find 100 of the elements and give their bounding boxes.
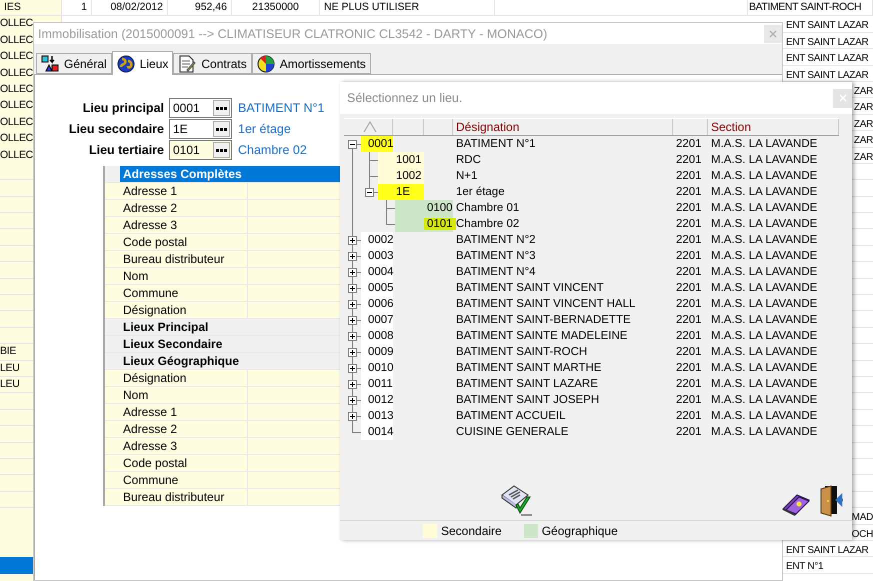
table-cell: ENT SAINT LAZAR [786, 544, 868, 556]
table-cell-text: 2201 [675, 345, 703, 360]
table-cell: MAD [852, 512, 873, 524]
tree-item-code[interactable]: 0101 [395, 216, 453, 232]
table-cell-text: 2201 [675, 137, 703, 152]
table-cell-text: M.A.S. LA LAVANDE [710, 185, 818, 200]
property-label: Adresse 3 [120, 438, 248, 454]
table-cell-text: M.A.S. LA LAVANDE [710, 233, 818, 248]
property-label: Désignation [120, 302, 248, 318]
table-cell-text: M.A.S. LA LAVANDE [710, 217, 818, 232]
table-cell-text: 1er étage [455, 185, 506, 200]
property-label: Code postal [120, 455, 248, 471]
tree-item-code[interactable]: 0013 [361, 408, 393, 424]
table-cell-text: 2201 [675, 313, 703, 328]
table-cell-text: 2201 [675, 409, 703, 424]
tree-item-code[interactable]: 1002 [378, 168, 424, 184]
tree-item-code[interactable]: 0010 [361, 360, 393, 376]
tree-item-code[interactable]: 0012 [361, 392, 393, 408]
tree-item-code[interactable]: 0100 [395, 200, 453, 216]
property-label: Adresse 1 [120, 183, 248, 199]
tree-item-code[interactable]: 0003 [361, 248, 393, 264]
table-cell-text: M.A.S. LA LAVANDE [710, 425, 818, 440]
table-cell-text: 2201 [675, 249, 703, 264]
table-cell-text: 2201 [675, 297, 703, 312]
table-cell-text: M.A.S. LA LAVANDE [710, 265, 818, 280]
property-label: Adresse 1 [120, 404, 248, 420]
tab[interactable]: Général [36, 53, 112, 74]
table-cell-text: CUISINE GENERALE [455, 425, 570, 440]
tree-item-code[interactable]: 0001 [361, 136, 393, 152]
table-cell-text: BATIMENT ACCUEIL [455, 409, 566, 424]
table-cell-text: M.A.S. LA LAVANDE [710, 169, 818, 184]
tree-item-code[interactable]: 0008 [361, 328, 393, 344]
tree-item-code[interactable]: 0011 [361, 376, 393, 392]
table-cell-text: M.A.S. LA LAVANDE [710, 393, 818, 408]
table-cell: ENT SAINT LAZAR [786, 53, 868, 64]
group-header[interactable]: Lieux Géographique [120, 353, 341, 369]
property-label: Bureau distributeur [120, 251, 248, 267]
table-cell: ENT SAINT LAZAR [786, 20, 868, 32]
table-cell: ZAR [854, 86, 873, 97]
table-cell-text: BATIMENT SAINT MARTHE [455, 361, 602, 376]
dialog-title: Sélectionnez un lieu. [347, 91, 464, 105]
tree-item-code[interactable]: 0009 [361, 344, 393, 360]
property-label: Nom [120, 387, 248, 403]
table-cell-text: 2201 [675, 361, 703, 376]
legend-label: Secondaire [441, 524, 502, 538]
field-description: BATIMENT N°1 [238, 101, 324, 115]
table-cell-text: 2201 [675, 265, 703, 280]
tree-item-code[interactable]: 0005 [361, 280, 393, 296]
field-description: 1er étage [238, 122, 291, 136]
property-label: Nom [120, 268, 248, 284]
table-cell-text: M.A.S. LA LAVANDE [710, 361, 818, 376]
tree-item-code[interactable]: 0002 [361, 232, 393, 248]
property-label: Commune [120, 285, 248, 301]
table-cell: ZAR [854, 152, 873, 163]
table-cell: IES [0, 0, 62, 16]
tab[interactable]: Lieux [112, 51, 174, 75]
tree-item-code[interactable]: 0004 [361, 264, 393, 280]
property-label: Adresse 2 [120, 421, 248, 437]
table-cell: ZAR [854, 118, 873, 130]
tree-item-code[interactable]: 1E [378, 184, 424, 200]
table-cell-text: 2201 [675, 153, 703, 168]
column-header[interactable]: Section [708, 119, 839, 135]
field-label: Lieu secondaire [68, 122, 164, 136]
table-cell: ZAR [854, 102, 873, 114]
property-label: Code postal [120, 234, 248, 250]
tree-item-code[interactable]: 0014 [361, 424, 393, 440]
property-label: Bureau distributeur [120, 489, 248, 505]
table-cell-text: M.A.S. LA LAVANDE [710, 313, 818, 328]
tree-item-code[interactable]: 0006 [361, 296, 393, 312]
table-cell-text: 2201 [675, 185, 703, 200]
table-cell-text: 2201 [675, 217, 703, 232]
table-cell-text: 2201 [675, 281, 703, 296]
table-cell-text: BATIMENT SAINT-ROCH [455, 345, 588, 360]
tree-item-code[interactable]: 1001 [378, 152, 424, 168]
group-header[interactable]: Lieux Principal [120, 319, 341, 335]
table-cell-text: BATIMENT SAINT VINCENT HALL [455, 297, 636, 312]
table-cell-text: 2201 [675, 169, 703, 184]
property-label: Désignation [120, 370, 248, 386]
table-cell-text: Chambre 01 [455, 201, 520, 216]
table-cell-text: RDC [455, 153, 482, 168]
tab[interactable]: Contrats [173, 53, 252, 74]
table-cell-text: BATIMENT SAINT JOSEPH [455, 393, 600, 408]
group-header[interactable]: Lieux Secondaire [120, 336, 341, 352]
group-header[interactable]: Adresses Complètes [120, 166, 341, 182]
table-cell: BATIMENT SAINT-ROCH [748, 0, 873, 16]
table-cell-text: BATIMENT SAINTE MADELEINE [455, 329, 628, 344]
table-cell: ENT SAINT LAZAR [786, 36, 868, 48]
table-cell-text: M.A.S. LA LAVANDE [710, 281, 818, 296]
table-cell-text: 2201 [675, 329, 703, 344]
tree-item-code[interactable]: 0007 [361, 312, 393, 328]
table-cell-text: BATIMENT N°4 [455, 265, 537, 280]
table-cell: ENT SAINT LAZAR [786, 70, 868, 81]
table-cell: ZAR [854, 135, 873, 146]
column-header[interactable]: Désignation [453, 119, 673, 135]
table-cell-text: 2201 [675, 201, 703, 216]
table-cell-text: 2201 [675, 393, 703, 408]
property-label: Adresse 2 [120, 200, 248, 216]
tab[interactable]: Amortissements [252, 53, 371, 74]
table-cell-text: M.A.S. LA LAVANDE [710, 201, 818, 216]
table-cell-text: 2201 [675, 377, 703, 392]
